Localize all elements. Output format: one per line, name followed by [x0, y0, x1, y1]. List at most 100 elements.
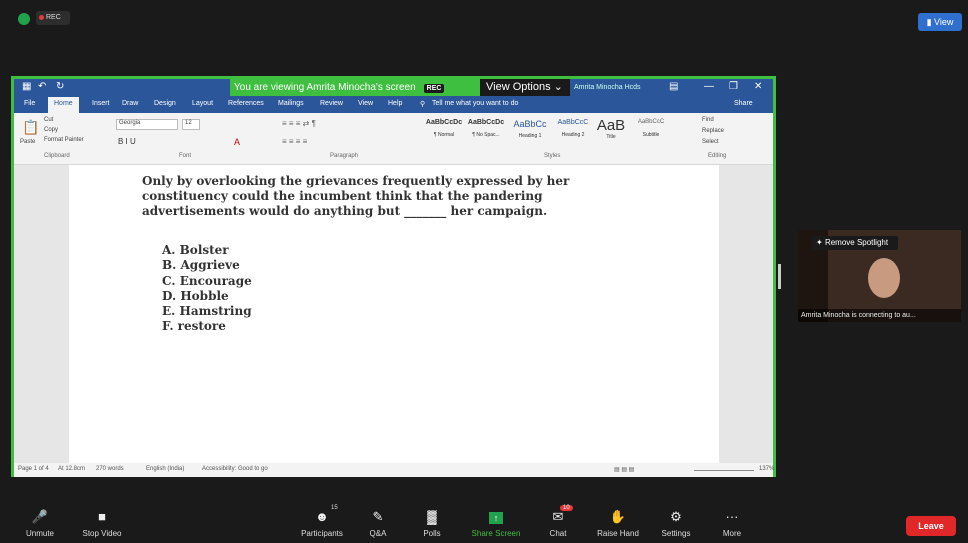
chat-icon: ✉ [552, 509, 564, 524]
hand-icon: ✋ [609, 509, 627, 524]
stop-video-button[interactable]: ■ Stop Video [72, 507, 132, 538]
chat-badge: 10 [560, 505, 573, 511]
close-icon[interactable]: ✕ [754, 81, 762, 92]
settings-label: Settings [661, 529, 691, 538]
more-icon: ··· [725, 509, 739, 524]
accessibility-status[interactable]: Accessibility: Good to go [202, 466, 268, 472]
unmute-button[interactable]: 🎤 Unmute [10, 507, 70, 538]
zoom-level[interactable]: 137% [759, 466, 774, 472]
style-sample: AaB [596, 117, 626, 134]
find-button[interactable]: Find [702, 117, 714, 123]
paste-label[interactable]: Paste [20, 139, 35, 145]
tab-home[interactable]: Home [48, 97, 79, 113]
tab-view[interactable]: View [358, 100, 373, 107]
recording-indicator[interactable]: REC [36, 11, 70, 25]
leave-button[interactable]: Leave [906, 516, 956, 536]
share-button[interactable]: Share [734, 100, 753, 107]
view-button[interactable]: ▮ View [918, 13, 962, 31]
tab-help[interactable]: Help [388, 100, 402, 107]
view-button-label: View [934, 17, 954, 27]
settings-button[interactable]: ⚙ Settings [646, 507, 706, 538]
meeting-toolbar: 🎤 Unmute ■ Stop Video ☻ 15 Participants ✎ Q&A… [0, 505, 968, 543]
replace-button[interactable]: Replace [702, 128, 724, 134]
share-screen-button[interactable]: ↑ Share Screen [466, 507, 526, 538]
shared-screen: ▦ ↶ ↻ ▤ — ❐ ✕ You are viewing Amrita Min… [11, 76, 776, 477]
stop-video-label: Stop Video [82, 529, 122, 538]
bold-italic-underline-icons[interactable]: B I U [118, 137, 136, 146]
styles-group-label: Styles [544, 153, 561, 159]
option-b: B. Aggrieve [162, 258, 240, 273]
ribbon-tabs: File Home Insert Draw Design Layout Refe… [14, 96, 773, 113]
view-mode-icons[interactable]: ▤ ▤ ▤ [614, 466, 634, 473]
minimize-icon[interactable]: — [704, 81, 714, 92]
select-button[interactable]: Select [702, 139, 719, 145]
font-size-select[interactable]: 12 [182, 119, 200, 130]
style-subtitle[interactable]: AaBbCcC Subtitle [630, 119, 672, 138]
qa-button[interactable]: ✎ Q&A [348, 507, 408, 538]
copy-button[interactable]: Copy [44, 127, 58, 133]
tab-review[interactable]: Review [320, 100, 343, 107]
view-options-button[interactable]: View Options ⌄ [480, 79, 570, 96]
chat-button[interactable]: ✉ 10 Chat [528, 505, 588, 538]
style-normal[interactable]: AaBbCcDc ¶ Normal [424, 119, 464, 138]
style-name: Heading 2 [561, 132, 585, 138]
more-label: More [722, 529, 742, 538]
alignment-icons[interactable]: ≡ ≡ ≡ ≡ [282, 137, 307, 146]
ribbon-display-icon[interactable]: ▤ [669, 81, 678, 92]
style-name: ¶ No Spac... [472, 132, 500, 138]
participant-caption: Amrita Minocha is connecting to au... [798, 309, 961, 322]
view-options-label: View Options [486, 81, 551, 93]
remove-spotlight-button[interactable]: ✦ Remove Spotlight [812, 236, 898, 250]
paste-icon[interactable]: 📋 [22, 119, 39, 136]
tab-draw[interactable]: Draw [122, 100, 138, 107]
paragraph-list-icons[interactable]: ≡ ≡ ≡ ⇄ ¶ [282, 119, 316, 128]
participants-button[interactable]: ☻ 15 Participants [292, 505, 352, 538]
cut-button[interactable]: Cut [44, 117, 53, 123]
page-count[interactable]: Page 1 of 4 [18, 466, 49, 472]
undo-icon[interactable]: ↶ [38, 81, 46, 92]
style-heading-1[interactable]: AaBbCc Heading 1 [508, 119, 552, 139]
word-count[interactable]: 270 words [96, 466, 124, 472]
tab-file[interactable]: File [24, 100, 35, 107]
raise-hand-button[interactable]: ✋ Raise Hand [588, 507, 648, 538]
tab-mailings[interactable]: Mailings [278, 100, 304, 107]
word-status-bar: Page 1 of 4 At 12.8cm 270 words English … [14, 463, 774, 477]
security-shield-icon[interactable] [18, 13, 30, 25]
pin-icon: ✦ [816, 238, 823, 247]
font-name-select[interactable]: Georgia [116, 119, 178, 130]
option-a: A. Bolster [162, 243, 229, 257]
style-title[interactable]: AaB Title [594, 117, 628, 140]
font-color-icon[interactable]: A [234, 137, 240, 147]
lightbulb-icon: ⚲ [420, 101, 426, 108]
tab-insert[interactable]: Insert [92, 100, 110, 107]
recording-label: REC [46, 14, 61, 21]
language-status[interactable]: English (India) [146, 466, 184, 472]
panel-divider-handle[interactable] [778, 264, 781, 289]
style-name: Title [606, 134, 616, 140]
style-no-spacing[interactable]: AaBbCcDc ¶ No Spac... [466, 119, 506, 138]
style-heading-2[interactable]: AaBbCcC Heading 2 [552, 119, 594, 138]
style-sample: AaBbCcDc [467, 119, 505, 126]
zoom-slider[interactable] [694, 470, 754, 471]
option-d: D. Hobble [162, 288, 229, 303]
account-name: Amrita Minocha Hcds [574, 84, 641, 91]
restore-icon[interactable]: ❐ [729, 81, 738, 92]
viewing-rec-badge: REC [423, 84, 445, 93]
polls-icon: ▓ [427, 509, 437, 524]
polls-button[interactable]: ▓ Polls [402, 507, 462, 538]
tab-layout[interactable]: Layout [192, 100, 213, 107]
option-e: E. Hamstring [162, 304, 252, 319]
format-painter-button[interactable]: Format Painter [44, 137, 84, 143]
save-icon[interactable]: ▦ [22, 81, 31, 92]
ribbon-home: 📋 Paste Cut Copy Format Painter Clipboar… [14, 113, 773, 165]
participant-face [868, 258, 900, 298]
polls-label: Polls [423, 529, 441, 538]
tell-me-search[interactable]: Tell me what you want to do [432, 100, 518, 107]
redo-icon[interactable]: ↻ [56, 81, 64, 92]
tab-references[interactable]: References [228, 100, 264, 107]
remove-spotlight-label: Remove Spotlight [824, 238, 889, 247]
chevron-down-icon: ⌄ [553, 81, 563, 93]
tab-design[interactable]: Design [154, 100, 176, 107]
more-button[interactable]: ··· More [702, 507, 762, 538]
cursor-position: At 12.8cm [58, 466, 86, 472]
